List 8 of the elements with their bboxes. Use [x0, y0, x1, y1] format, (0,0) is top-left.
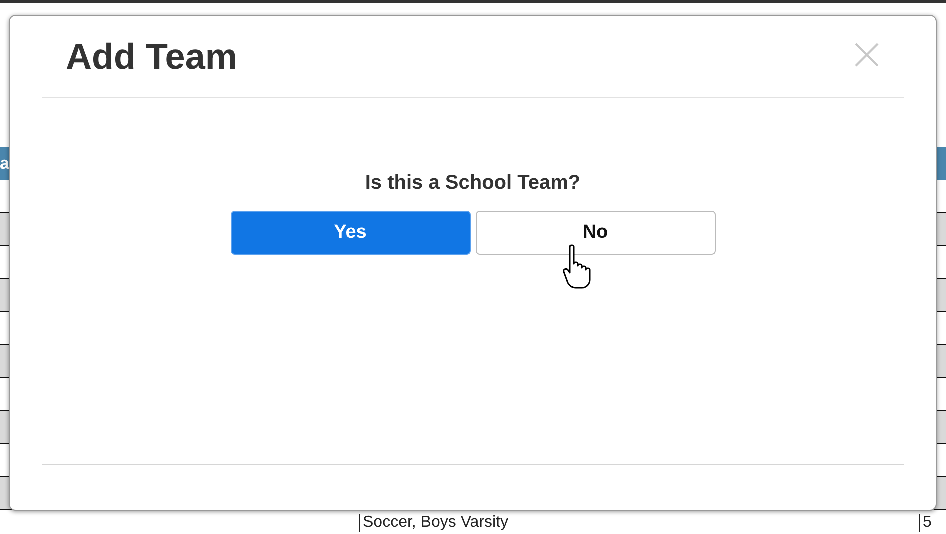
close-icon[interactable] [854, 42, 880, 68]
question-text: Is this a School Team? [365, 172, 581, 195]
table-cell: Soccer, Boys Varsity [359, 514, 509, 532]
table-cell: 5 [919, 514, 932, 532]
yes-button[interactable]: Yes [230, 211, 470, 255]
no-button[interactable]: No [476, 211, 716, 255]
dialog-title: Add Team [66, 36, 238, 78]
column-header: a [0, 154, 10, 174]
